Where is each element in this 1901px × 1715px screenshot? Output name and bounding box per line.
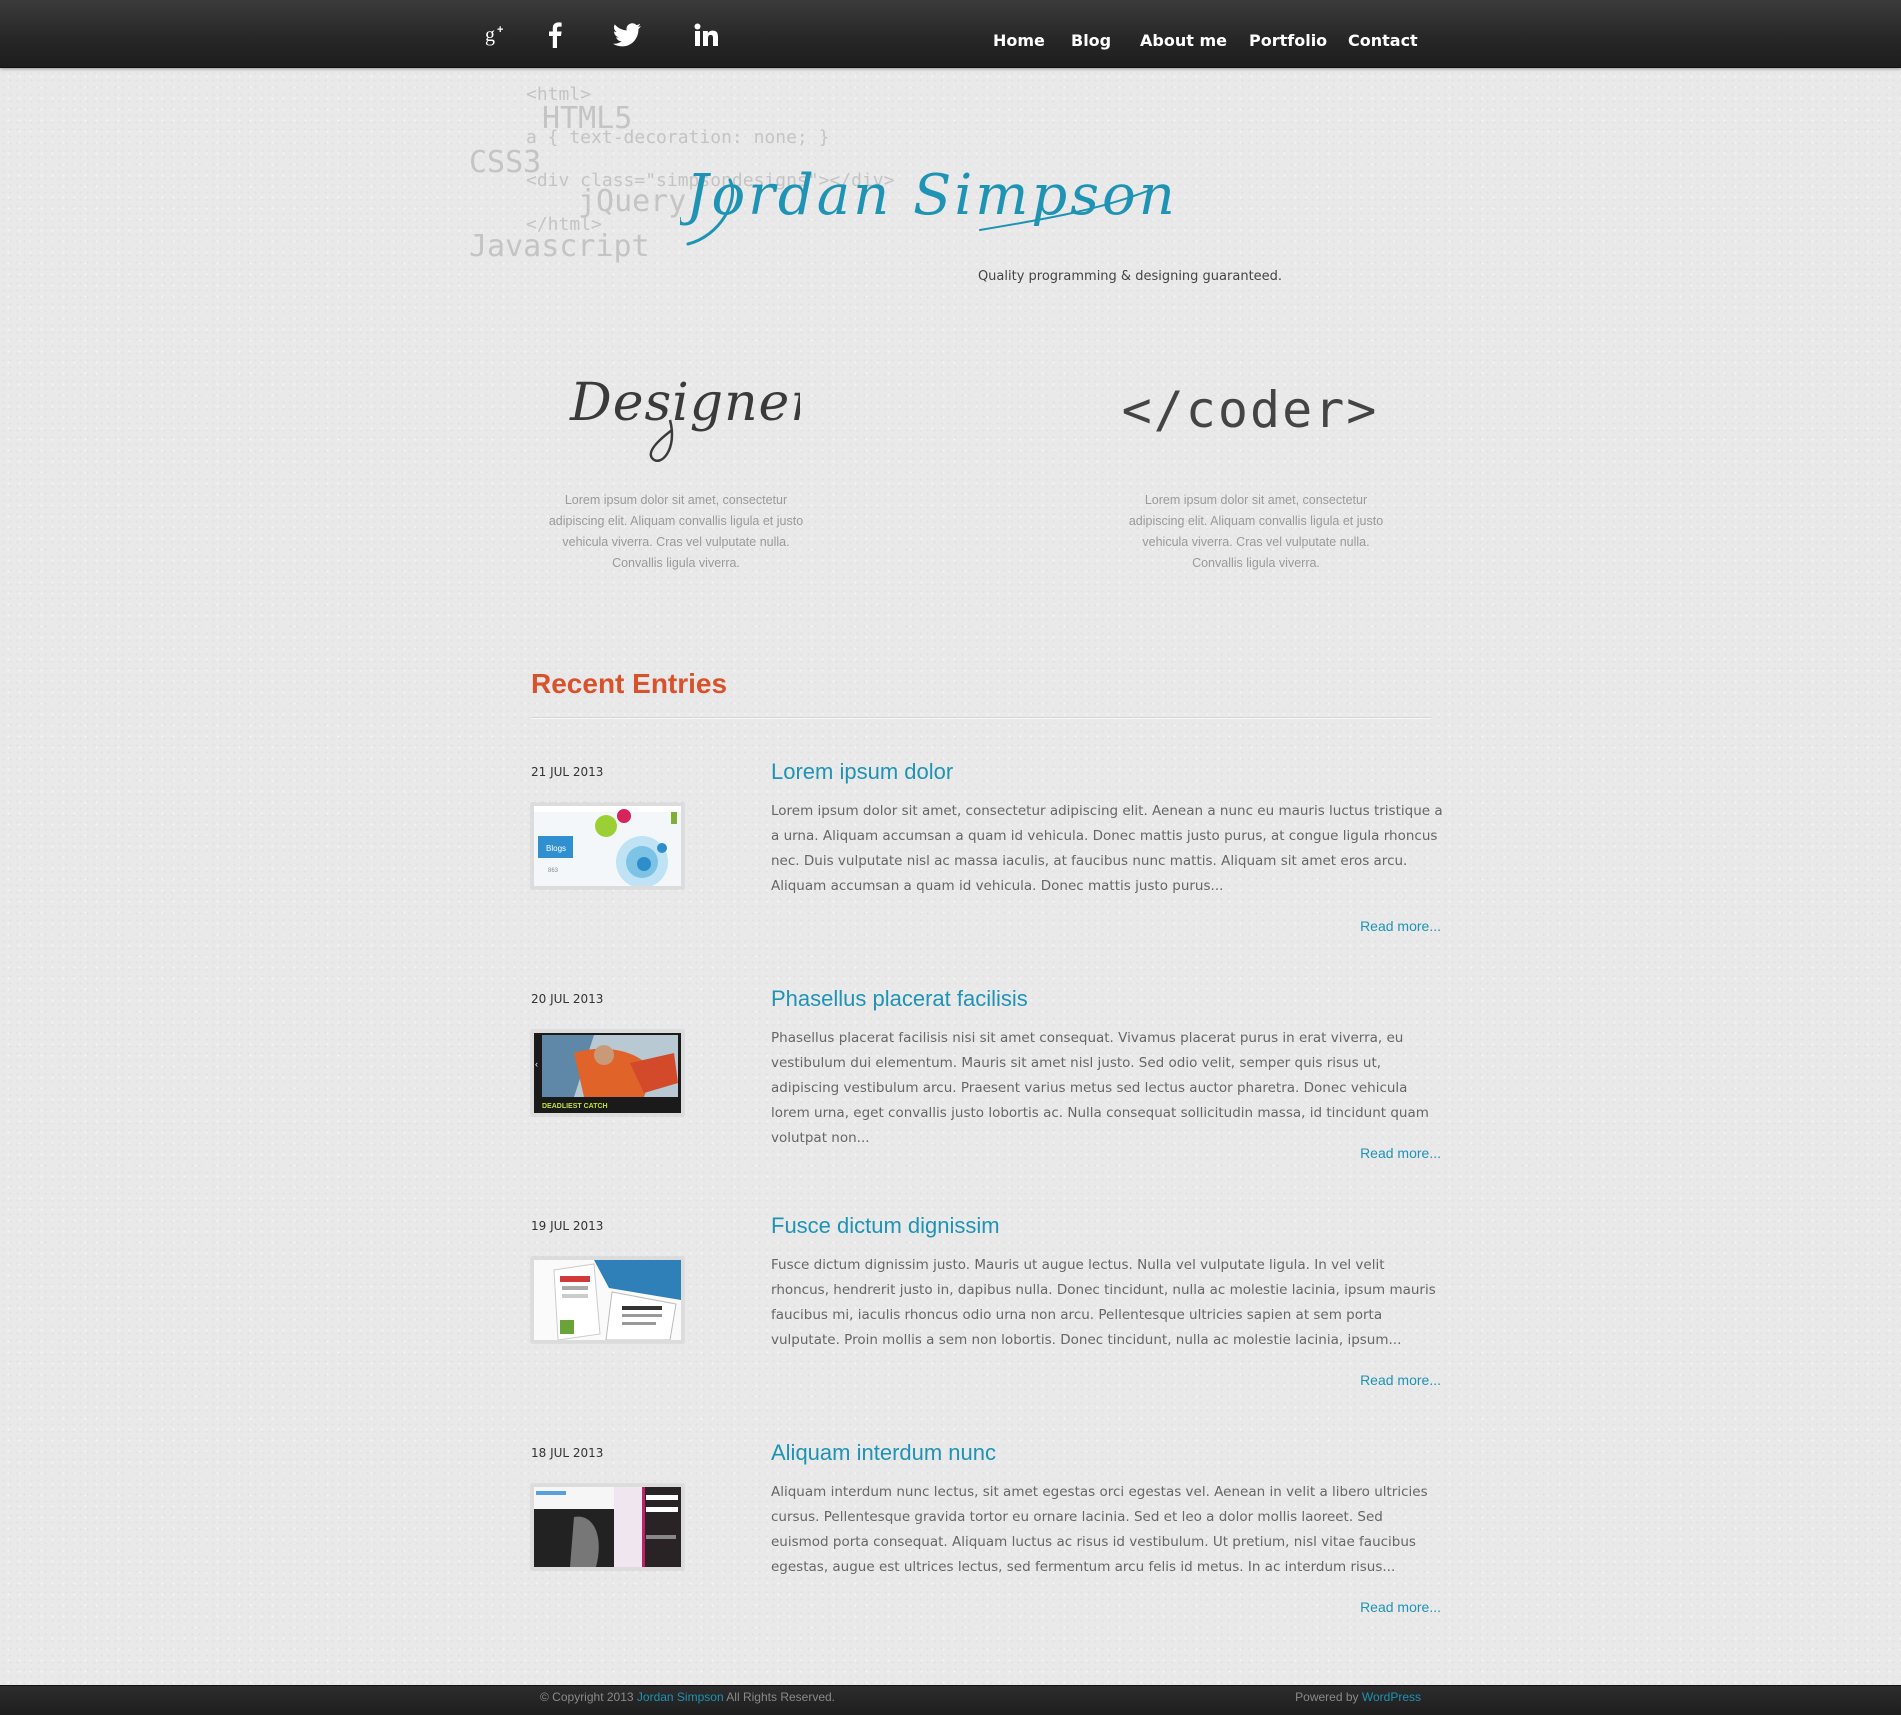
footer-powered-by: Powered by WordPress: [1295, 1690, 1421, 1704]
code-line-javascript: Javascript: [469, 229, 650, 264]
coder-heading: </coder>: [1121, 381, 1379, 439]
facebook-icon[interactable]: [540, 18, 570, 52]
site-tagline: Quality programming & designing guarante…: [977, 269, 1283, 284]
powered-prefix: Powered by: [1295, 1690, 1362, 1704]
site-name: Jordan Simpson: [680, 163, 1178, 228]
read-more-link[interactable]: Read more...: [1360, 918, 1441, 934]
nav-about-me[interactable]: About me: [1140, 31, 1227, 50]
entry-title[interactable]: Aliquam interdum nunc: [771, 1440, 996, 1466]
entry-date: 21 JUL 2013: [531, 765, 604, 779]
entry-thumbnail[interactable]: DEADLIEST CATCH ‹: [531, 1030, 684, 1116]
entry-thumbnail-image: [534, 1487, 681, 1567]
copyright-prefix: © Copyright 2013: [540, 1690, 637, 1704]
nav-blog[interactable]: Blog: [1071, 31, 1111, 50]
blog-entry: 18 JUL 2013 Aliquam interdum nunc Aliqua…: [531, 1440, 1441, 1646]
footer-copyright: © Copyright 2013 Jordan Simpson All Righ…: [540, 1690, 835, 1704]
entry-thumbnail-image: DEADLIEST CATCH ‹: [534, 1033, 681, 1113]
entry-title[interactable]: Phasellus placerat facilisis: [771, 986, 1028, 1012]
footer: © Copyright 2013 Jordan Simpson All Righ…: [0, 1685, 1901, 1715]
thumb-caption: DEADLIEST CATCH: [542, 1103, 608, 1110]
thumb-label: Blogs: [546, 844, 566, 853]
entry-excerpt: Lorem ipsum dolor sit amet, consectetur …: [771, 803, 1443, 894]
copyright-suffix: All Rights Reserved.: [723, 1690, 836, 1704]
entry-thumbnail[interactable]: [531, 1484, 684, 1570]
wordpress-link[interactable]: WordPress: [1362, 1690, 1421, 1704]
designer-heading-text: Designer: [569, 373, 800, 433]
entry-date: 20 JUL 2013: [531, 992, 604, 1006]
entry-thumbnail[interactable]: [531, 1257, 684, 1343]
nav-portfolio[interactable]: Portfolio: [1249, 31, 1327, 50]
entry-thumbnail[interactable]: Blogs 863: [531, 803, 684, 889]
recent-entries-title: Recent Entries: [531, 668, 728, 699]
google-plus-icon[interactable]: g +: [480, 18, 514, 52]
entry-title[interactable]: Lorem ipsum dolor: [771, 759, 953, 785]
blog-entry: 20 JUL 2013 DEADLIEST CATCH ‹ Phasellus …: [531, 986, 1441, 1192]
entry-excerpt: Aliquam interdum nunc lectus, sit amet e…: [771, 1484, 1428, 1575]
nav-home[interactable]: Home: [993, 31, 1045, 50]
read-more-link[interactable]: Read more...: [1360, 1145, 1441, 1161]
read-more-link[interactable]: Read more...: [1360, 1599, 1441, 1615]
read-more-link[interactable]: Read more...: [1360, 1372, 1441, 1388]
entry-date: 18 JUL 2013: [531, 1446, 604, 1460]
blog-entry: 19 JUL 2013 Fusce dictum dignissim Fusce…: [531, 1213, 1441, 1419]
entry-excerpt: Phasellus placerat facilisis nisi sit am…: [771, 1030, 1429, 1146]
linkedin-icon[interactable]: [690, 18, 724, 52]
coder-description: Lorem ipsum dolor sit amet, consectetur …: [1128, 493, 1384, 570]
svg-text:g: g: [485, 24, 495, 46]
code-line-jquery: jQuery: [578, 184, 687, 219]
twitter-icon[interactable]: [610, 18, 644, 52]
thumb-count: 863: [548, 868, 559, 874]
top-navigation-bar: g + Home Blog About me Portfolio Contact: [0, 0, 1901, 68]
designer-heading: Designer: [560, 360, 817, 470]
footer-author-link[interactable]: Jordan Simpson: [637, 1690, 724, 1704]
nav-contact[interactable]: Contact: [1348, 31, 1418, 50]
section-divider: [531, 717, 1431, 719]
entry-title[interactable]: Fusce dictum dignissim: [771, 1213, 1000, 1239]
entry-date: 19 JUL 2013: [531, 1219, 604, 1233]
svg-text:+: +: [497, 24, 503, 36]
entry-thumbnail-image: Blogs 863: [534, 806, 681, 886]
designer-description: Lorem ipsum dolor sit amet, consectetur …: [548, 493, 804, 570]
blog-entry: 21 JUL 2013 Blogs 863 Lorem ipsum dolor …: [531, 759, 1443, 965]
entry-thumbnail-image: [534, 1260, 681, 1340]
entry-excerpt: Fusce dictum dignissim justo. Mauris ut …: [771, 1257, 1436, 1348]
site-name-signature: Jordan Simpson: [676, 140, 1200, 270]
svg-text:‹: ‹: [535, 1059, 538, 1069]
